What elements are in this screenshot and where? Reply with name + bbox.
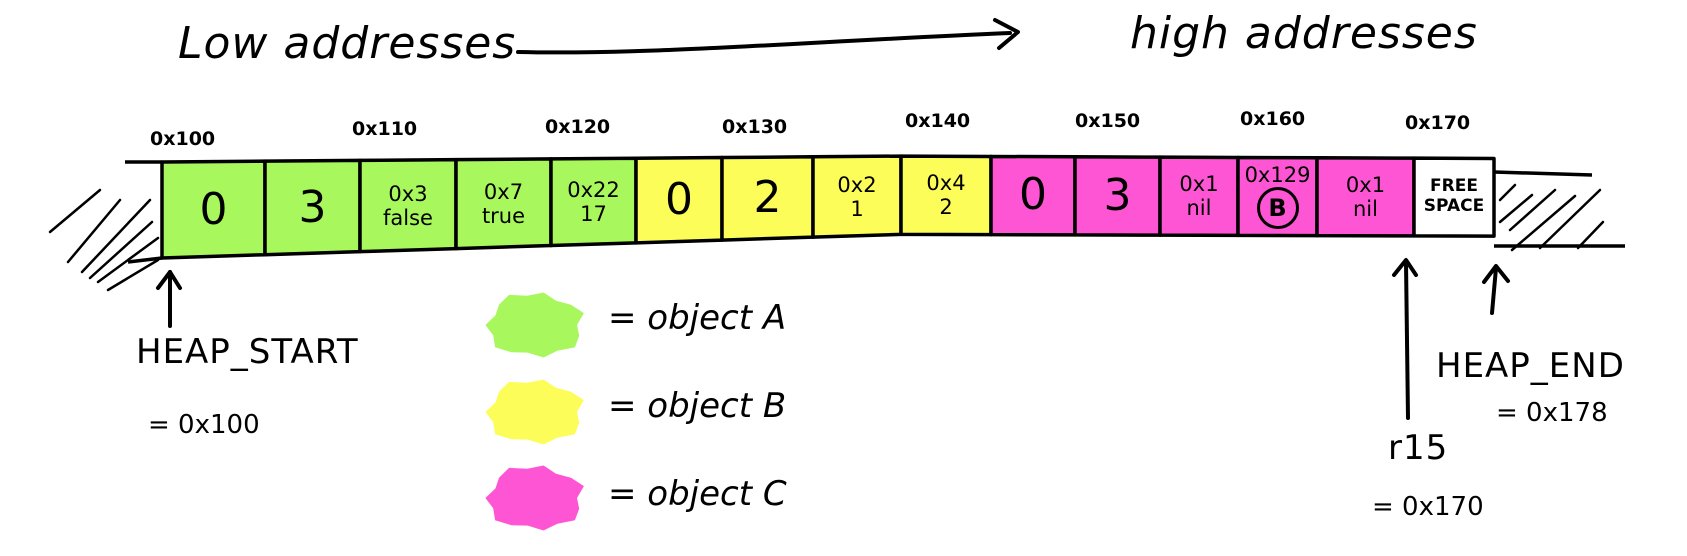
address-label: 0x160 — [1240, 108, 1306, 130]
strip-edge — [1493, 170, 1593, 177]
cell-value: 0x1 nil — [1160, 157, 1238, 235]
cell-value: 0x4 2 — [901, 156, 991, 234]
hatch-line — [106, 258, 160, 292]
cell-value: 0x1 nil — [1317, 158, 1414, 236]
legend-label-object-a: = object A — [608, 298, 787, 338]
cell-value: 0 — [991, 156, 1075, 234]
legend-swatches — [485, 292, 584, 531]
cell-line: 0x7 — [483, 179, 524, 204]
cell-value: 3 — [265, 161, 360, 255]
cell-line: 1 — [850, 196, 864, 221]
hatch-line — [48, 188, 102, 234]
legend-swatch-object-b — [485, 379, 584, 445]
address-label: 0x120 — [545, 116, 611, 138]
legend-swatch-object-c — [485, 465, 584, 531]
legend-label-object-b: = object B — [608, 386, 787, 426]
cell-value: 0x3 false — [360, 160, 456, 251]
r15-label: r15 — [1388, 428, 1449, 468]
heap-start-arrow-icon — [156, 270, 182, 328]
cell-line: 0 — [1019, 169, 1047, 221]
heap-start-label: HEAP_START — [136, 332, 359, 372]
cell-line: false — [383, 206, 433, 231]
cell-line: 0 — [665, 174, 693, 226]
cell-value: 0x7 true — [456, 160, 551, 249]
cell-line: 2 — [753, 172, 782, 224]
heap-end-value: = 0x178 — [1496, 398, 1608, 428]
r15-value: = 0x170 — [1372, 492, 1484, 522]
cell-line: 0x1 — [1179, 171, 1219, 196]
cell-line: FREE — [1430, 176, 1478, 197]
hatch-line — [1498, 193, 1534, 224]
cell-value: 0x129 B — [1238, 157, 1317, 235]
address-label: 0x150 — [1075, 110, 1141, 132]
cell-value: 0x22 17 — [551, 159, 636, 246]
cell-line: 3 — [298, 181, 327, 233]
cell-line: SPACE — [1423, 196, 1485, 217]
cell-line: nil — [1353, 196, 1378, 221]
legend-label-object-c: = object C — [608, 474, 787, 514]
cell-line: 3 — [1103, 169, 1132, 221]
cell-value: 2 — [722, 158, 813, 241]
cell-value: 0 — [636, 158, 722, 243]
cell-line: 0x2 — [837, 172, 877, 197]
cell-line: 0 — [199, 183, 228, 235]
cell-line: 0x1 — [1345, 172, 1386, 197]
cell-line: 0x129 — [1244, 163, 1311, 188]
heap-end-arrow-icon — [1482, 264, 1510, 315]
right-arrow-icon — [516, 18, 1020, 55]
cell-line: 2 — [939, 195, 953, 220]
cell-value: FREE SPACE — [1414, 158, 1494, 236]
heap-end-label: HEAP_END — [1436, 346, 1625, 386]
cell-value: 0 — [162, 162, 265, 258]
hatch-line — [1498, 183, 1517, 202]
address-label: 0x170 — [1405, 112, 1471, 134]
cell-value: 0x2 1 — [813, 157, 901, 237]
cell-value: 3 — [1075, 157, 1160, 235]
address-label: 0x130 — [722, 116, 788, 138]
heap-start-value: = 0x100 — [148, 410, 260, 440]
cell-line: 0x3 — [388, 181, 428, 206]
legend-swatch-object-a — [485, 292, 584, 358]
hatch-line — [1576, 220, 1605, 250]
cell-line: nil — [1186, 196, 1212, 221]
cell-line: 0x4 — [926, 171, 966, 196]
cell-line: true — [481, 204, 526, 229]
diagram-canvas — [48, 18, 1625, 531]
address-label: 0x110 — [352, 118, 418, 140]
object-reference-badge: B — [1256, 187, 1299, 230]
cell-line: 0x22 — [567, 178, 620, 203]
address-label: 0x100 — [150, 128, 216, 150]
cell-line: 17 — [580, 202, 607, 227]
r15-arrow-icon — [1392, 258, 1418, 420]
address-label: 0x140 — [905, 110, 971, 132]
